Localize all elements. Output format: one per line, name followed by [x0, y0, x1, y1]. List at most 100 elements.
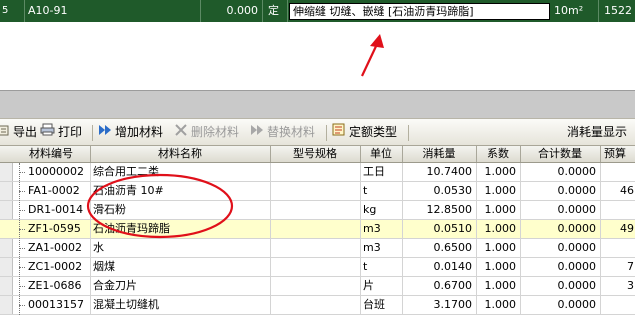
selected-quota-row[interactable]: 5 A10-91 0.000 定 伸缩缝 切缝、嵌缝 [石油沥青玛蹄脂] 10m…	[0, 0, 635, 23]
cell-budget: 46	[620, 184, 634, 197]
cell-spec	[272, 220, 358, 238]
table-row-highlighted[interactable]: ZF1-0595 石油沥青玛蹄脂 m3 0.0510 1.000 0.0000 …	[0, 220, 635, 239]
cell-budget	[600, 163, 634, 181]
cell-total: 0.0000	[557, 165, 597, 178]
print-button[interactable]: 打印	[40, 119, 82, 146]
table-row[interactable]: FA1-0002 石油沥青 10# t 0.0530 1.000 0.0000 …	[0, 182, 635, 201]
quota-type-button[interactable]: 定额类型	[332, 119, 397, 146]
cell-unit: kg	[363, 203, 377, 216]
col-header-code[interactable]: 材料编号	[26, 146, 76, 162]
cell-budget	[600, 201, 634, 219]
cell-unit: 片	[363, 279, 374, 292]
cell-coef: 1.000	[484, 203, 517, 216]
cell-coef: 1.000	[484, 298, 517, 311]
cell-name: 滑石粉	[93, 203, 126, 216]
cell-coef: 1.000	[484, 260, 517, 273]
delete-material-button[interactable]: 删除材料	[174, 119, 239, 146]
col-header-unit[interactable]: 单位	[360, 146, 402, 162]
material-toolbar: 导出 打印 增加材料 删除材料 替换材料 定额类型 消耗量显示	[0, 118, 635, 146]
cell-unit: t	[363, 184, 368, 197]
cell-code: DR1-0014	[28, 203, 84, 216]
cell-spec	[272, 296, 358, 314]
cell-coef: 1.000	[484, 222, 517, 235]
cell-code: 10000002	[28, 165, 84, 178]
cell-code: ZF1-0595	[28, 222, 81, 235]
replace-material-button[interactable]: 替换材料	[250, 119, 315, 146]
cell-total: 0.0000	[557, 203, 597, 216]
consumption-display-button[interactable]: 消耗量显示	[567, 119, 627, 146]
cell-total: 0.0000	[557, 241, 597, 254]
quota-code: A10-91	[28, 4, 68, 17]
col-header-budget[interactable]: 预算	[604, 146, 635, 162]
cell-spec	[272, 277, 358, 295]
cell-consumption: 0.0140	[433, 260, 473, 273]
col-header-total[interactable]: 合计数量	[520, 146, 600, 162]
panel-splitter[interactable]	[0, 90, 635, 119]
cell-total: 0.0000	[557, 298, 597, 311]
blank-grid-area	[0, 22, 635, 90]
cell-spec	[272, 163, 358, 181]
cell-total: 0.0000	[557, 222, 597, 235]
cell-code: FA1-0002	[28, 184, 80, 197]
material-table-header: 材料编号 材料名称 型号规格 单位 消耗量 系数 合计数量 预算	[0, 146, 635, 163]
cell-total: 0.0000	[557, 184, 597, 197]
cell-budget: 3	[627, 279, 634, 292]
cell-consumption: 12.8500	[426, 203, 473, 216]
cell-unit: m3	[363, 222, 381, 235]
table-row[interactable]: ZE1-0686 合金刀片 片 0.6700 1.000 0.0000 3	[0, 277, 635, 296]
cell-unit: t	[363, 260, 368, 273]
quota-price: 1522	[604, 4, 632, 17]
cell-spec	[272, 258, 358, 276]
cell-coef: 1.000	[484, 165, 517, 178]
add-material-icon	[98, 119, 112, 146]
add-material-button[interactable]: 增加材料	[98, 119, 163, 146]
cell-coef: 1.000	[484, 241, 517, 254]
col-header-consumption[interactable]: 消耗量	[402, 146, 476, 162]
cell-consumption: 10.7400	[426, 165, 473, 178]
table-row[interactable]: 10000002 综合用工二类 工日 10.7400 1.000 0.0000	[0, 163, 635, 182]
table-row[interactable]: ZC1-0002 烟煤 t 0.0140 1.000 0.0000 7	[0, 258, 635, 277]
cell-consumption: 0.0530	[433, 184, 473, 197]
cell-budget: 49	[620, 222, 634, 235]
quota-unit: 10m²	[554, 4, 584, 17]
cell-name: 综合用工二类	[93, 165, 159, 178]
quota-type-label: 定额类型	[349, 125, 398, 139]
table-row[interactable]: 00013157 混凝土切缝机 台班 3.1700 1.000 0.0000	[0, 296, 635, 315]
quota-name-edit-field[interactable]: 伸缩缝 切缝、嵌缝 [石油沥青玛蹄脂]	[289, 3, 550, 20]
col-header-name[interactable]: 材料名称	[90, 146, 270, 162]
add-material-label: 增加材料	[115, 125, 164, 139]
replace-material-icon	[250, 119, 264, 146]
cell-consumption: 0.6700	[433, 279, 473, 292]
cell-unit: 工日	[363, 165, 385, 178]
cell-budget	[600, 239, 634, 257]
cell-unit: m3	[363, 241, 381, 254]
export-label: 导出	[13, 125, 38, 139]
delete-material-label: 删除材料	[191, 125, 240, 139]
cell-name: 石油沥青玛蹄脂	[93, 222, 170, 235]
table-row[interactable]: DR1-0014 滑石粉 kg 12.8500 1.000 0.0000	[0, 201, 635, 220]
material-table-body: 10000002 综合用工二类 工日 10.7400 1.000 0.0000 …	[0, 163, 635, 315]
cell-budget	[600, 296, 634, 314]
cell-spec	[272, 182, 358, 200]
cell-name: 合金刀片	[93, 279, 137, 292]
col-header-coef[interactable]: 系数	[476, 146, 520, 162]
cell-coef: 1.000	[484, 184, 517, 197]
table-row[interactable]: ZA1-0002 水 m3 0.6500 1.000 0.0000	[0, 239, 635, 258]
export-icon	[0, 119, 10, 146]
cell-total: 0.0000	[557, 260, 597, 273]
cell-consumption: 3.1700	[433, 298, 473, 311]
cell-coef: 1.000	[484, 279, 517, 292]
export-button[interactable]: 导出	[0, 119, 37, 146]
cell-budget: 7	[627, 260, 634, 273]
cell-spec	[272, 201, 358, 219]
cell-code: ZA1-0002	[28, 241, 83, 254]
cell-consumption: 0.6500	[433, 241, 473, 254]
print-label: 打印	[58, 125, 83, 139]
quota-value: 0.000	[226, 4, 259, 17]
cell-consumption: 0.0510	[433, 222, 473, 235]
col-header-spec[interactable]: 型号规格	[270, 146, 360, 162]
red-arrow-annotation	[361, 34, 384, 77]
cell-name: 混凝土切缝机	[93, 298, 159, 311]
cell-name: 烟煤	[93, 260, 115, 273]
delete-material-icon	[174, 119, 188, 146]
